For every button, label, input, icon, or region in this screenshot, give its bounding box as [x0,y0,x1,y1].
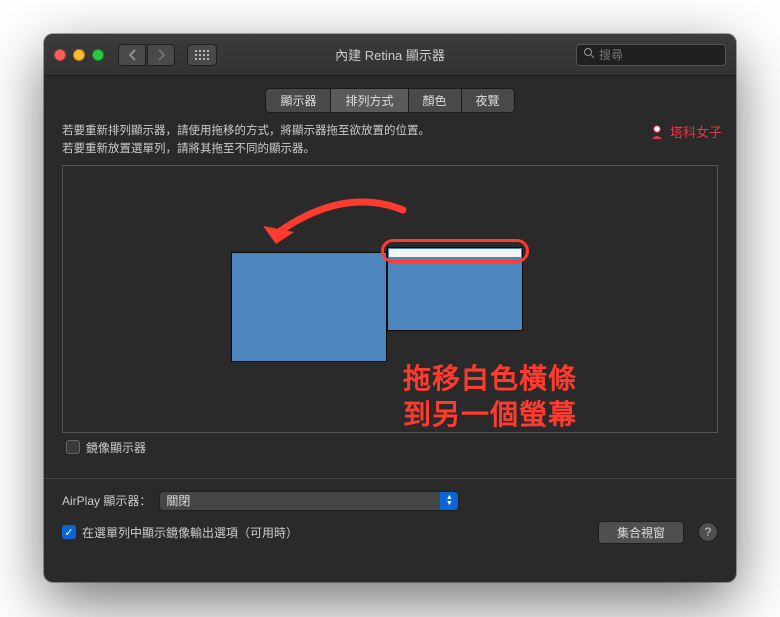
select-stepper-icon: ▲▼ [440,492,458,510]
bottom-options-row: ✓ 在選單列中顯示鏡像輸出選項（可用時） 集合視窗 ? [62,521,718,544]
display-secondary[interactable] [387,247,523,331]
annotation-line-1: 拖移白色橫條 [403,361,577,397]
help-icon: ? [705,525,712,539]
search-input[interactable] [599,48,736,62]
tab-color[interactable]: 顏色 [409,89,462,112]
watermark-icon [648,123,666,141]
show-all-button[interactable] [187,44,217,66]
tab-group: 顯示器 排列方式 顏色 夜覽 [265,88,514,113]
tab-nightshift[interactable]: 夜覽 [462,89,514,112]
menu-bar-handle[interactable] [389,249,521,257]
zoom-icon[interactable] [92,49,104,61]
help-button[interactable]: ? [698,522,718,542]
airplay-select[interactable]: 關閉 ▲▼ [159,491,459,511]
show-mirror-label: 在選單列中顯示鏡像輸出選項（可用時） [82,524,298,541]
nav-buttons [118,44,175,66]
check-icon: ✓ [64,526,73,539]
watermark-text: 塔科女子 [670,122,722,141]
instructions: 若要重新排列顯示器，請使用拖移的方式，將顯示器拖至欲放置的位置。 若要重新放置選… [62,123,718,159]
watermark: 塔科女子 [648,122,722,141]
forward-button[interactable] [147,44,175,66]
mirror-displays-row: 鏡像顯示器 [62,439,718,456]
instruction-line-1: 若要重新排列顯示器，請使用拖移的方式，將顯示器拖至欲放置的位置。 [62,123,718,141]
arrangement-area[interactable]: 拖移白色橫條 到另一個螢幕 [62,165,718,433]
airplay-row: AirPlay 顯示器： 關閉 ▲▼ [62,491,718,511]
show-mirror-checkbox[interactable]: ✓ [62,525,76,539]
display-primary[interactable] [231,252,387,362]
content-area: 塔科女子 顯示器 排列方式 顏色 夜覽 若要重新排列顯示器，請使用拖移的方式，將… [44,76,736,582]
mirror-label: 鏡像顯示器 [86,439,146,456]
search-icon [583,47,595,62]
back-button[interactable] [118,44,146,66]
traffic-lights [54,49,104,61]
tabs: 顯示器 排列方式 顏色 夜覽 [62,88,718,113]
instruction-line-2: 若要重新放置選單列，請將其拖至不同的顯示器。 [62,141,718,159]
annotation-text: 拖移白色橫條 到另一個螢幕 [403,361,577,434]
tab-arrangement[interactable]: 排列方式 [331,89,408,112]
titlebar: 內建 Retina 顯示器 [44,34,736,76]
divider [44,478,736,479]
annotation-line-2: 到另一個螢幕 [403,397,577,433]
preferences-window: 內建 Retina 顯示器 塔科女子 顯示器 排列方式 顏色 夜覽 若要重新排列… [44,34,736,582]
gather-windows-button[interactable]: 集合視窗 [598,521,684,544]
airplay-value: 關閉 [166,492,190,509]
search-field[interactable] [576,44,726,66]
mirror-checkbox[interactable] [66,440,80,454]
tab-display[interactable]: 顯示器 [266,89,331,112]
airplay-label: AirPlay 顯示器： [62,492,151,509]
minimize-icon[interactable] [73,49,85,61]
close-icon[interactable] [54,49,66,61]
